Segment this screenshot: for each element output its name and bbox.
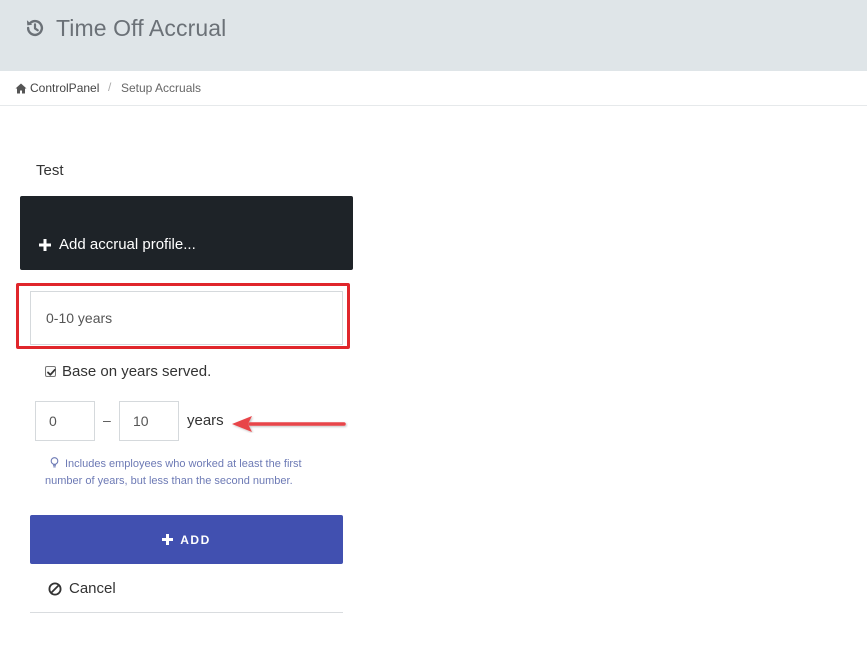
profile-name: Test [36, 162, 64, 179]
breadcrumb-home-link[interactable]: ControlPanel [15, 81, 99, 95]
history-clock-icon [26, 19, 44, 37]
plus-icon [39, 238, 51, 251]
base-on-years-checkbox[interactable] [45, 366, 56, 377]
add-button[interactable]: ADD [30, 515, 343, 564]
years-unit-label: years [187, 412, 224, 429]
base-on-years-label: Base on years served. [62, 363, 212, 380]
cancel-button[interactable]: Cancel [48, 580, 116, 597]
breadcrumb-separator: / [108, 80, 112, 94]
add-accrual-profile-content: Add accrual profile... [39, 236, 196, 253]
years-from-input[interactable] [35, 401, 95, 441]
page: Time Off Accrual ControlPanel / Setup Ac… [0, 0, 867, 670]
add-button-label: ADD [180, 532, 211, 547]
divider [30, 612, 343, 613]
breadcrumb-home-label: ControlPanel [30, 81, 100, 95]
breadcrumb-current: Setup Accruals [121, 81, 202, 95]
app-header: Time Off Accrual [0, 0, 867, 71]
plus-icon [162, 534, 174, 545]
add-accrual-profile-label: Add accrual profile... [59, 236, 196, 253]
base-on-years-checkbox-row[interactable]: Base on years served. [45, 363, 211, 380]
years-hint-text: Includes employees who worked at least t… [45, 458, 302, 487]
page-title: Time Off Accrual [56, 15, 227, 41]
years-range-dash: – [103, 412, 111, 428]
ban-icon [48, 582, 62, 595]
home-icon [15, 83, 27, 93]
cancel-label: Cancel [69, 580, 116, 597]
annotation-arrow-icon [232, 416, 346, 432]
checkmark-icon [47, 368, 56, 376]
add-accrual-profile-button[interactable]: Add accrual profile... [20, 196, 353, 270]
profile-name-input[interactable] [30, 291, 343, 345]
years-to-input[interactable] [119, 401, 179, 441]
